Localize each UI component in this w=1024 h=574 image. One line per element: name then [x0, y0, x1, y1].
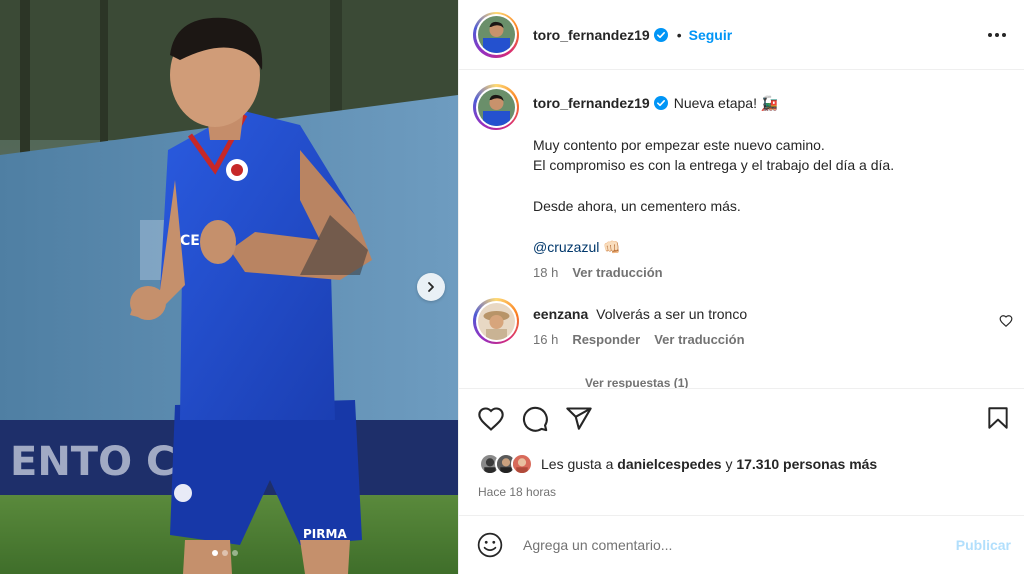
mention-link[interactable]: @cruzazul: [533, 239, 599, 255]
likes-text: Les gusta a danielcespedes y 17.310 pers…: [541, 456, 877, 472]
heart-icon[interactable]: [477, 405, 505, 433]
likes-middle: y: [721, 456, 737, 472]
caption-author[interactable]: toro_fernandez19: [533, 93, 650, 113]
verified-icon: [653, 96, 668, 110]
view-replies-label: Ver respuestas (1): [585, 376, 689, 388]
instagram-post-view: ENTO CRUZ PIRMA CEMEN: [0, 0, 1024, 574]
caption-avatar[interactable]: [473, 84, 519, 130]
avatar-image: [477, 302, 515, 340]
post-header: toro_fernandez19 • Seguir: [459, 0, 1024, 70]
commenter-username[interactable]: eenzana: [533, 306, 588, 322]
carousel-indicator: [212, 550, 238, 556]
comment-translate-button[interactable]: Ver traducción: [654, 332, 744, 347]
comment-icon[interactable]: [521, 405, 549, 433]
next-slide-button[interactable]: [417, 273, 445, 301]
post-photo: ENTO CRUZ PIRMA CEMEN: [0, 0, 458, 574]
separator-dot: •: [676, 26, 682, 43]
caption-translate-button[interactable]: Ver traducción: [572, 263, 662, 283]
author-avatar[interactable]: [473, 11, 519, 58]
mention-emoji: 👊🏻: [603, 239, 621, 255]
likes-summary: Les gusta a danielcespedes y 17.310 pers…: [479, 453, 877, 475]
post-side-panel: toro_fernandez19 • Seguir toro_fernandez…: [458, 0, 1024, 574]
view-replies-button[interactable]: Ver respuestas (1): [585, 376, 688, 388]
post-media: ENTO CRUZ PIRMA CEMEN: [0, 0, 458, 574]
commenter-avatar[interactable]: [473, 298, 519, 344]
bookmark-icon[interactable]: [985, 405, 1011, 431]
post-timestamp[interactable]: Hace 18 horas: [478, 485, 556, 499]
liker-avatar[interactable]: [511, 453, 533, 475]
comment-input[interactable]: [523, 537, 943, 553]
verified-icon: [653, 27, 668, 42]
publish-button[interactable]: Publicar: [956, 537, 1011, 553]
avatar-image: [477, 88, 515, 126]
add-comment-bar: Publicar: [459, 515, 1024, 574]
more-options-icon[interactable]: [987, 25, 1007, 45]
share-icon[interactable]: [565, 405, 593, 433]
comments-section[interactable]: toro_fernandez19 Nueva etapa! 🚂 Muy cont…: [459, 70, 1024, 388]
comment-item: eenzana Volverás a ser un tronco 16 h Re…: [473, 298, 1013, 347]
likes-prefix: Les gusta a: [541, 456, 618, 472]
post-caption: toro_fernandez19 Nueva etapa! 🚂 Muy cont…: [473, 84, 1013, 283]
follow-button[interactable]: Seguir: [689, 27, 733, 43]
caption-title: Nueva etapa! 🚂: [673, 95, 779, 111]
svg-text:PIRMA: PIRMA: [303, 527, 347, 541]
caption-line: El compromiso es con la entrega y el tra…: [533, 157, 895, 173]
comment-like-icon[interactable]: [999, 314, 1013, 328]
liker-username[interactable]: danielcespedes: [617, 456, 721, 472]
caption-line: Muy contento por empezar este nuevo cami…: [533, 137, 825, 153]
carousel-dot: [222, 550, 228, 556]
emoji-icon[interactable]: [477, 532, 503, 558]
reply-button[interactable]: Responder: [572, 332, 640, 347]
carousel-dot: [212, 550, 218, 556]
caption-time[interactable]: 18 h: [533, 263, 558, 283]
chevron-right-icon: [428, 282, 434, 292]
comment-text: Volverás a ser un tronco: [596, 306, 748, 322]
likes-count[interactable]: 17.310 personas más: [736, 456, 877, 472]
post-actions: Les gusta a danielcespedes y 17.310 pers…: [459, 388, 1024, 515]
caption-line: Desde ahora, un cementero más.: [533, 198, 741, 214]
avatar-image: [477, 16, 515, 53]
comment-time[interactable]: 16 h: [533, 332, 558, 347]
carousel-dot: [232, 550, 238, 556]
author-username[interactable]: toro_fernandez19: [533, 27, 650, 43]
